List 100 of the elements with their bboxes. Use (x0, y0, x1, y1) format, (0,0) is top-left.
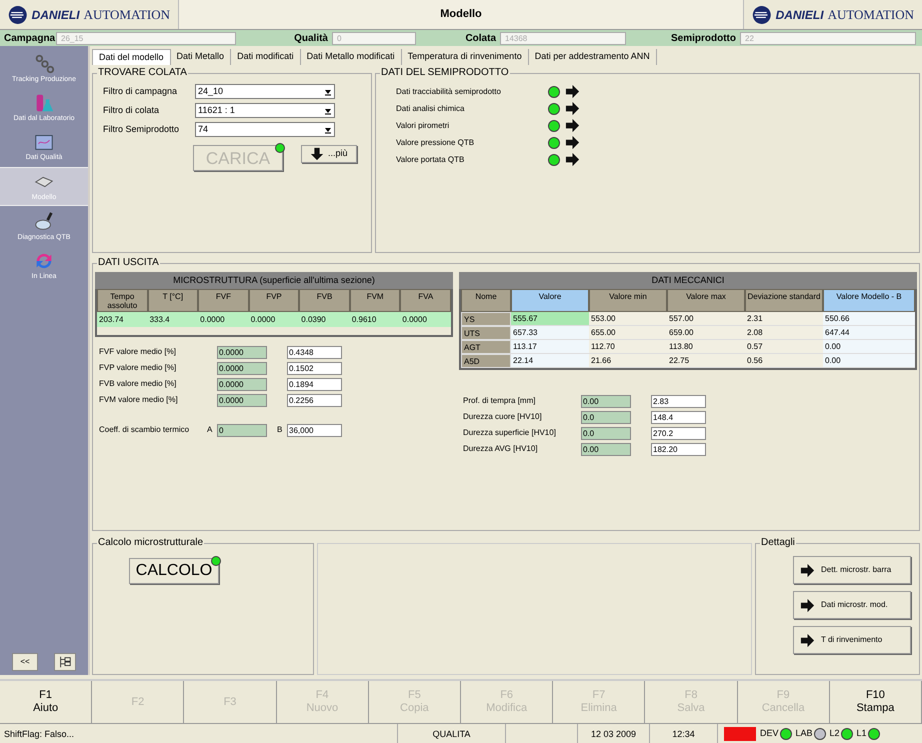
table-cell: 557.00 (667, 312, 745, 326)
field-label: Qualità (293, 32, 329, 46)
arrow-right-icon (564, 152, 580, 167)
tree-button[interactable] (54, 653, 76, 671)
input-field[interactable]: 0.2256 (287, 394, 342, 406)
arrow-right-icon (564, 84, 580, 99)
arrow-right-icon (564, 101, 580, 116)
field-label: Valore pressione QTB (396, 136, 476, 148)
detail-button[interactable]: T di rinvenimento (793, 626, 911, 654)
table-cell: 659.00 (667, 326, 745, 340)
readonly-field: 0.0000 (217, 346, 267, 358)
table-cell: 555.67 (511, 312, 589, 326)
table-cell-text: 0.0000 (401, 314, 428, 326)
more-button[interactable]: ...più (301, 145, 357, 163)
readonly-field: 0.0000 (217, 394, 267, 406)
arrow-right-icon (800, 562, 815, 578)
field-label: Campagna (3, 32, 56, 46)
table-cell: 0.00 (823, 340, 915, 354)
tab[interactable]: Dati del modello (92, 49, 171, 65)
tree-icon (58, 655, 72, 669)
status-label: L1 (856, 726, 867, 740)
table-cell-text: 0.0390 (300, 314, 327, 326)
table-cell: 0.00 (823, 354, 915, 368)
chain-icon (33, 53, 55, 75)
table-cell: 0.56 (745, 354, 823, 368)
field-label: Filtro Semiprodotto (103, 122, 180, 136)
table-cell-text: 0.0000 (250, 314, 276, 326)
arrow-right-icon (800, 598, 815, 612)
input-field: 14368 (500, 32, 626, 44)
tab[interactable]: Dati per addestramento ANN (528, 49, 657, 65)
table-cell: 2.08 (745, 326, 823, 340)
field-label: Durezza cuore [HV10] (463, 411, 543, 423)
collapse-button[interactable]: << (12, 653, 38, 671)
table-cell: 22.75 (667, 354, 745, 368)
arrow-button[interactable] (564, 101, 580, 116)
input-field: 26_15 (56, 32, 236, 44)
readonly-field: 0.0 (581, 410, 631, 424)
field-label: FVF valore medio [%] (99, 346, 177, 358)
input-field[interactable]: 270.2 (651, 426, 706, 440)
arrow-button[interactable] (564, 84, 580, 99)
status-label: L2 (830, 726, 840, 740)
arrow-button[interactable] (564, 118, 580, 133)
input-field: 0 (332, 32, 416, 44)
input-field[interactable]: 182.20 (651, 442, 706, 456)
field-label: Valori pirometri (396, 120, 450, 132)
table-cell: 647.44 (823, 326, 915, 340)
table-cell: A5D (461, 354, 511, 368)
readonly-field: 0.0000 (217, 362, 267, 374)
detail-button[interactable]: Dati microstr. mod. (793, 591, 911, 619)
table-title: DATI MECCANICI (459, 272, 917, 289)
tab[interactable]: Dati Metallo (170, 49, 232, 65)
column-header: Deviazione standard (745, 289, 823, 312)
input-field[interactable]: 0.1502 (287, 362, 342, 374)
arrow-button[interactable] (564, 152, 580, 167)
column-header: FVB (299, 289, 350, 312)
arrow-right-icon (564, 118, 580, 133)
table-cell: 553.00 (589, 312, 667, 326)
calculate-button[interactable]: CALCOLO (129, 558, 219, 584)
function-key[interactable]: F10 Stampa (830, 681, 922, 723)
field-label: FVB valore medio [%] (99, 378, 178, 390)
detail-button[interactable]: Dett. microstr. barra (793, 556, 911, 584)
tab[interactable]: Dati Metallo modificati (300, 49, 402, 65)
input-field[interactable]: 148.4 (651, 410, 706, 424)
column-header: Valore Modello - B (823, 289, 915, 312)
dropdown[interactable]: 74 (195, 122, 335, 137)
dropdown[interactable]: 11621 : 1 (195, 103, 335, 118)
field-label: Durezza AVG [HV10] (463, 443, 539, 455)
status-time: 12:34 (650, 724, 718, 743)
field-label: Prof. di tempra [mm] (463, 395, 536, 407)
tab[interactable]: Dati modificati (231, 49, 301, 65)
table-cell: UTS (461, 326, 511, 340)
table-cell: YS (461, 312, 511, 326)
column-header: FVF (198, 289, 249, 312)
table-cell-text: 0.9610 (350, 314, 378, 326)
tab[interactable]: Temperatura di rinvenimento (402, 49, 529, 65)
logo-text: AUTOMATION (84, 6, 170, 24)
table-cell: 113.17 (511, 340, 589, 354)
field-label: Filtro di campagna (103, 84, 178, 98)
function-key[interactable]: F1 Aiuto (0, 681, 92, 723)
status-date: 12 03 2009 (578, 724, 650, 743)
window-title: Modello (440, 7, 482, 22)
readonly-field: 0 (217, 424, 267, 436)
arrow-button[interactable] (564, 135, 580, 150)
logo-text: DANIELI (32, 6, 80, 24)
table-cell: 655.00 (589, 326, 667, 340)
arrow-right-icon (800, 632, 815, 648)
field-label: FVM valore medio [%] (99, 394, 179, 406)
input-field[interactable]: 2.83 (651, 394, 706, 408)
field-label: Dati tracciabilità semiprodotto (396, 86, 502, 98)
dropdown[interactable]: 24_10 (195, 84, 335, 99)
readonly-field: 0.0000 (217, 378, 267, 390)
column-header: FVP (248, 289, 300, 312)
input-field[interactable]: 0.4348 (287, 346, 342, 358)
table-cell: 22.14 (511, 354, 589, 368)
table-cell: 113.80 (667, 340, 745, 354)
column-header: Valore min (589, 289, 667, 312)
input-field[interactable]: 0.1894 (287, 378, 342, 390)
input-field[interactable]: 36,000 (287, 424, 342, 436)
column-header: Tempo assoluto (97, 289, 148, 312)
column-header: FVA (400, 289, 451, 312)
